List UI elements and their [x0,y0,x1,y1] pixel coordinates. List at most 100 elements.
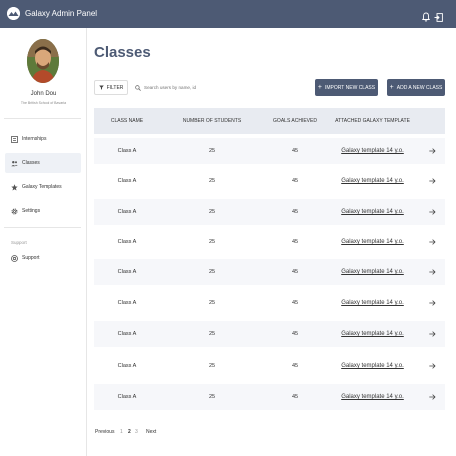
sidebar-item-internships[interactable]: Internships [5,129,81,149]
plus-icon: + [317,84,322,91]
import-new-class-button[interactable]: + IMPORT NEW CLASS [315,79,378,96]
page-link-1[interactable]: 1 [120,429,123,435]
template-link[interactable]: Galaxy template 14 y.o. [326,384,419,410]
template-link[interactable]: Galaxy template 14 y.o. [326,168,419,194]
class-name-cell: Class A [117,300,137,306]
table-row[interactable]: Class A 25 45 Galaxy template 14 y.o. [94,321,445,347]
sidebar-item-support[interactable]: Support [5,248,81,268]
students-cell: 25 [208,331,216,337]
class-name-cell: Class A [117,178,137,184]
arrow-right-icon[interactable] [419,259,445,285]
goals-cell: 45 [291,269,299,275]
students-cell: 25 [208,239,216,245]
class-name-cell: Class A [117,209,137,215]
arrow-right-icon[interactable] [419,199,445,225]
template-link[interactable]: Galaxy template 14 y.o. [326,259,419,285]
search-icon [135,84,141,91]
goals-cell: 45 [291,209,299,215]
sidebar-item-label: Internships [22,136,47,142]
sidebar-item-galaxy-templates[interactable]: Galaxy Templates [5,177,81,197]
class-name-cell: Class A [117,331,137,337]
internship-icon [11,135,18,143]
students-cell: 25 [208,209,216,215]
galaxy-logo-icon[interactable] [7,7,20,20]
arrow-right-icon[interactable] [419,290,445,316]
students-cell: 25 [208,269,216,275]
sidebar-divider [4,118,81,119]
table-row[interactable]: Class A 25 45 Galaxy template 14 y.o. [94,259,445,285]
arrow-right-icon[interactable] [419,353,445,379]
sidebar-item-settings[interactable]: Settings [5,201,81,221]
page-link-3[interactable]: 3 [135,429,138,435]
goals-cell: 45 [291,178,299,184]
search-input[interactable] [144,85,204,90]
column-header-number-of-students[interactable]: NUMBER OF STUDENTS [160,108,264,134]
filter-icon [98,85,104,90]
table-row[interactable]: Class A 25 45 Galaxy template 14 y.o. [94,384,445,410]
sidebar-item-label: Classes [22,160,40,166]
table-row[interactable]: Class A 25 45 Galaxy template 14 y.o. [94,353,445,379]
top-bar: Galaxy Admin Panel [0,0,456,28]
template-link[interactable]: Galaxy template 14 y.o. [326,321,419,347]
sidebar-divider [4,227,81,228]
template-link[interactable]: Galaxy template 14 y.o. [326,290,419,316]
avatar[interactable] [27,39,59,83]
table-row[interactable]: Class A 25 45 Galaxy template 14 y.o. [94,199,445,225]
students-cell: 25 [208,300,216,306]
template-link[interactable]: Galaxy template 14 y.o. [326,229,419,255]
add-new-class-button[interactable]: + ADD A NEW CLASS [387,79,445,96]
sidebar-item-label: Galaxy Templates [22,184,62,190]
class-name-cell: Class A [117,269,137,275]
goals-cell: 45 [291,394,299,400]
template-link[interactable]: Galaxy template 14 y.o. [326,138,419,164]
goals-cell: 45 [291,363,299,369]
class-name-cell: Class A [117,239,137,245]
students-cell: 25 [208,394,216,400]
add-new-class-label: ADD A NEW CLASS [396,84,443,91]
page-link-2-current[interactable]: 2 [128,429,131,435]
import-new-class-label: IMPORT NEW CLASS [324,84,376,91]
arrow-right-icon[interactable] [419,138,445,164]
goals-cell: 45 [291,331,299,337]
arrow-right-icon[interactable] [419,229,445,255]
next-page-link[interactable]: Next [146,429,156,435]
logout-icon[interactable] [434,9,443,22]
table-row[interactable]: Class A 25 45 Galaxy template 14 y.o. [94,138,445,164]
gear-icon [11,208,18,215]
table-row[interactable]: Class A 25 45 Galaxy template 14 y.o. [94,229,445,255]
search-box[interactable] [135,81,207,94]
sidebar-item-label: Settings [22,208,41,214]
template-link[interactable]: Galaxy template 14 y.o. [326,353,419,379]
goals-cell: 45 [291,300,299,306]
sidebar-item-label: Support [22,255,40,261]
students-cell: 25 [208,178,216,184]
arrow-right-icon[interactable] [419,321,445,347]
classes-table: CLASS NAME NUMBER OF STUDENTS GOALS ACHI… [94,108,445,410]
user-name: John Dou [30,91,57,97]
class-name-cell: Class A [117,148,137,154]
page-title: Classes [94,44,151,61]
table-row[interactable]: Class A 25 45 Galaxy template 14 y.o. [94,168,445,194]
arrow-right-icon[interactable] [419,384,445,410]
sidebar-item-classes[interactable]: Classes [5,153,81,173]
star-icon [11,183,18,191]
column-header-goals-achieved[interactable]: GOALS ACHIEVED [264,108,326,134]
arrow-right-icon[interactable] [419,168,445,194]
students-cell: 25 [208,363,216,369]
filter-button[interactable]: FILTER [94,80,128,95]
user-school: The British School of Bavaria [20,101,67,105]
previous-page-link[interactable]: Previous [95,429,114,435]
people-icon [11,160,18,167]
column-header-attached-template[interactable]: ATTACHED GALAXY TEMPLATE [326,108,419,134]
bell-icon[interactable] [421,9,431,22]
sidebar: John Dou The British School of Bavaria I… [0,28,87,456]
goals-cell: 45 [291,148,299,154]
column-header-class-name[interactable]: CLASS NAME [94,108,160,134]
table-row[interactable]: Class A 25 45 Galaxy template 14 y.o. [94,290,445,316]
support-heading: Support [11,240,27,245]
app-title: Galaxy Admin Panel [25,9,98,18]
lifebuoy-icon [11,254,18,262]
students-cell: 25 [208,148,216,154]
class-name-cell: Class A [117,363,137,369]
template-link[interactable]: Galaxy template 14 y.o. [326,199,419,225]
